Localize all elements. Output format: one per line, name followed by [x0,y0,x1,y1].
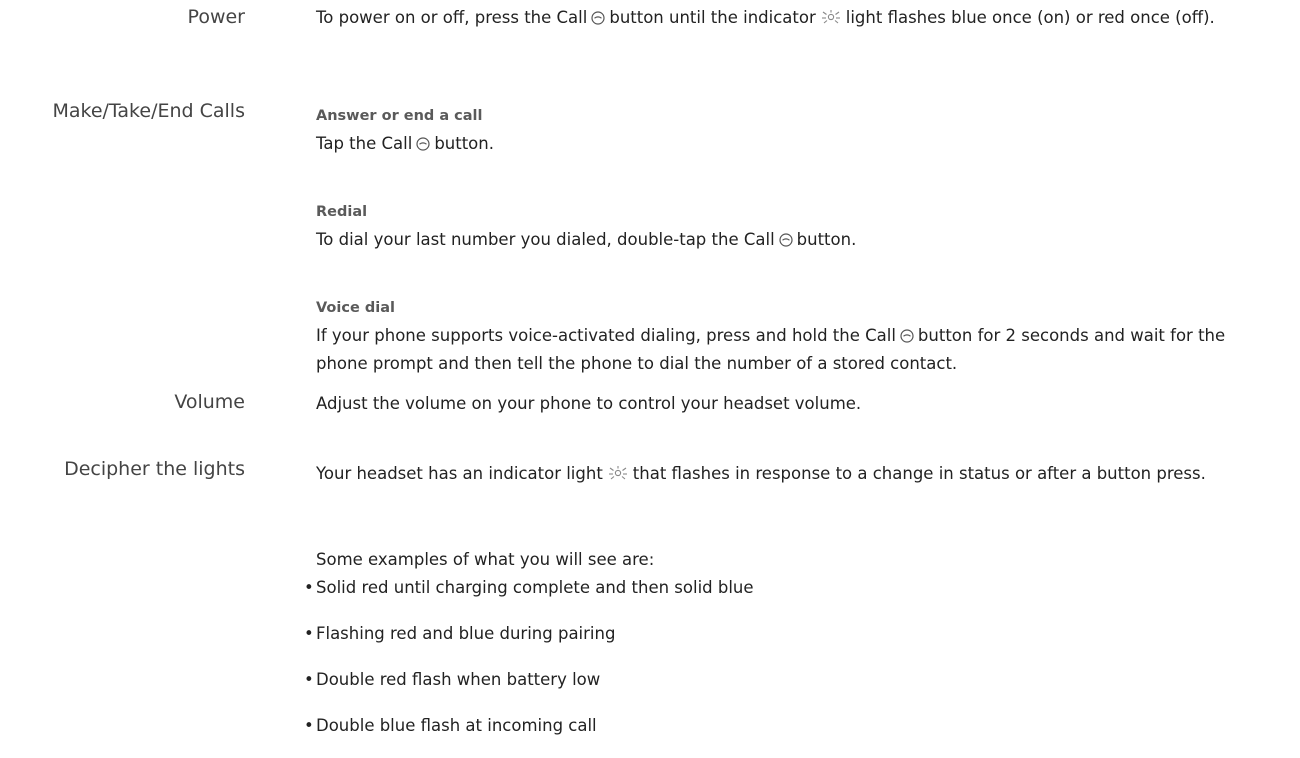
voice-text-a: If your phone supports voice-activated d… [316,326,896,345]
answer-text-a: Tap the Call [316,134,413,153]
list-item-text: Solid red until charging complete and th… [316,578,754,597]
voice-dial-description: If your phone supports voice-activated d… [316,322,1276,378]
redial-text-a: To dial your last number you dialed, dou… [316,230,775,249]
list-item-text: Double red flash when battery low [316,670,601,689]
bullet-dot: • [304,578,314,597]
power-text-b: button until the indicator [609,8,816,27]
list-item-text: Flashing red and blue during pairing [316,624,616,643]
call-button-icon [779,233,793,247]
lights-description: Your headset has an indicator light that … [316,460,1276,488]
section-title-volume: Volume [174,391,245,413]
redial-heading: Redial [316,204,368,220]
indicator-light-icon [821,10,840,24]
call-button-icon [591,11,605,25]
list-item: • Flashing red and blue during pairing [304,622,615,646]
redial-text-b: button. [796,230,857,249]
power-description: To power on or off, press the Call button… [316,4,1276,32]
bullet-dot: • [304,670,314,689]
answer-text-b: button. [434,134,494,153]
lights-text-b: that flashes in response to a change in … [632,464,1206,483]
section-title-power: Power [187,6,245,28]
bullet-dot: • [304,624,314,643]
volume-description: Adjust the volume on your phone to contr… [316,394,862,413]
section-title-calls: Make/Take/End Calls [52,100,246,122]
list-item: • Solid red until charging complete and t… [304,576,754,600]
lights-text-a: Your headset has an indicator light [316,464,603,483]
section-title-lights: Decipher the lights [64,458,245,480]
bullet-dot: • [304,716,314,735]
answer-call-description: Tap the Call button. [316,130,1276,158]
list-item: • Double red flash when battery low [304,668,600,692]
list-item: • Double blue flash at incoming call [304,714,597,738]
answer-call-heading: Answer or end a call [316,108,483,124]
redial-description: To dial your last number you dialed, dou… [316,226,1276,254]
voice-dial-heading: Voice dial [316,300,395,316]
power-text-c: light flashes blue once (on) or red once… [845,8,1215,27]
indicator-light-icon [608,466,627,480]
list-item-text: Double blue flash at incoming call [316,716,597,735]
call-button-icon [900,329,914,343]
power-text-a: To power on or off, press the Call [316,8,588,27]
call-button-icon [416,137,430,151]
lights-intro: Some examples of what you will see are: [316,550,655,569]
